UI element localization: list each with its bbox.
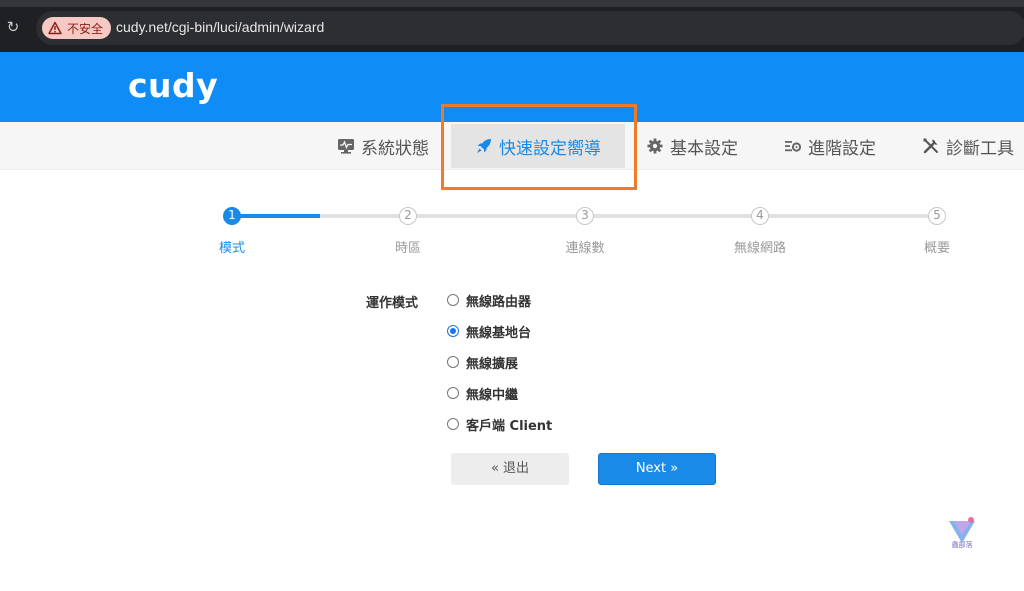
cudy-logo[interactable]: cudy <box>128 66 218 105</box>
step-5-circle: 5 <box>928 207 946 225</box>
rocket-icon <box>477 139 491 153</box>
nav-label: 快速設定嚮導 <box>499 138 601 159</box>
mode-option-client[interactable]: 客戶端 Client <box>447 414 552 434</box>
wizard-stepper: 1 2 3 4 5 模式 時區 連線數 無線網路 概要 <box>0 200 1024 260</box>
watermark-text: 蟲部落 <box>951 541 973 549</box>
step-1-circle: 1 <box>223 207 241 225</box>
step-3-circle: 3 <box>576 207 594 225</box>
radio-button-checked[interactable] <box>447 325 459 337</box>
monitor-icon <box>338 139 354 154</box>
mode-option-wireless-router[interactable]: 無線路由器 <box>447 290 531 310</box>
nav-label: 進階設定 <box>808 138 876 159</box>
option-label: 無線路由器 <box>466 294 532 310</box>
address-bar[interactable]: 不安全 cudy.net/cgi-bin/luci/admin/wizard <box>36 11 1024 45</box>
step-4-circle: 4 <box>751 207 769 225</box>
nav-item-advanced-settings[interactable]: 進階設定 <box>784 122 876 170</box>
tab-strip <box>0 0 1024 7</box>
exit-button[interactable]: « 退出 <box>451 453 569 485</box>
nav-label: 系統狀態 <box>361 138 429 159</box>
reload-icon[interactable]: ↻ <box>4 18 22 36</box>
mode-option-repeater[interactable]: 無線中繼 <box>447 383 518 403</box>
url-text[interactable]: cudy.net/cgi-bin/luci/admin/wizard <box>116 19 324 35</box>
warning-icon <box>48 21 62 35</box>
step-3-label: 連線數 <box>565 241 605 256</box>
brand-header: cudy <box>0 52 1024 122</box>
tools-icon <box>923 138 938 154</box>
operation-mode-label: 運作模式 <box>366 296 419 311</box>
step-4-label: 無線網路 <box>733 241 786 256</box>
main-nav: 系統狀態 快速設定嚮導 基本設定 進階設定 診斷工具 <box>0 122 1024 170</box>
security-chip[interactable]: 不安全 <box>42 17 112 39</box>
nav-item-diagnostics[interactable]: 診斷工具 <box>922 122 1014 170</box>
step-2-circle: 2 <box>399 207 417 225</box>
settings-list-icon <box>785 141 802 152</box>
next-button[interactable]: Next » <box>598 453 716 485</box>
radio-button[interactable] <box>447 294 459 306</box>
mode-option-extender[interactable]: 無線擴展 <box>447 352 518 372</box>
radio-button[interactable] <box>447 387 459 399</box>
radio-button[interactable] <box>447 356 459 368</box>
step-2-label: 時區 <box>394 241 421 256</box>
radio-button[interactable] <box>447 418 459 430</box>
security-label: 不安全 <box>67 21 104 36</box>
step-1-label: 模式 <box>218 241 245 256</box>
option-label: 無線中繼 <box>466 387 519 403</box>
stepper-progress <box>240 214 320 218</box>
browser-toolbar: ↻ 不安全 cudy.net/cgi-bin/luci/admin/wizard <box>0 0 1024 52</box>
option-label: 無線擴展 <box>466 356 519 372</box>
step-5-label: 概要 <box>923 241 950 256</box>
gear-icon <box>647 138 663 154</box>
mode-option-access-point[interactable]: 無線基地台 <box>447 321 531 341</box>
nav-item-quick-setup[interactable]: 快速設定嚮導 <box>451 124 625 168</box>
option-label: 客戶端 Client <box>466 418 553 434</box>
option-label: 無線基地台 <box>466 325 532 341</box>
nav-label: 診斷工具 <box>946 138 1014 159</box>
nav-item-system-status[interactable]: 系統狀態 <box>337 122 429 170</box>
nav-label: 基本設定 <box>670 138 738 159</box>
nav-item-basic-settings[interactable]: 基本設定 <box>646 122 738 170</box>
